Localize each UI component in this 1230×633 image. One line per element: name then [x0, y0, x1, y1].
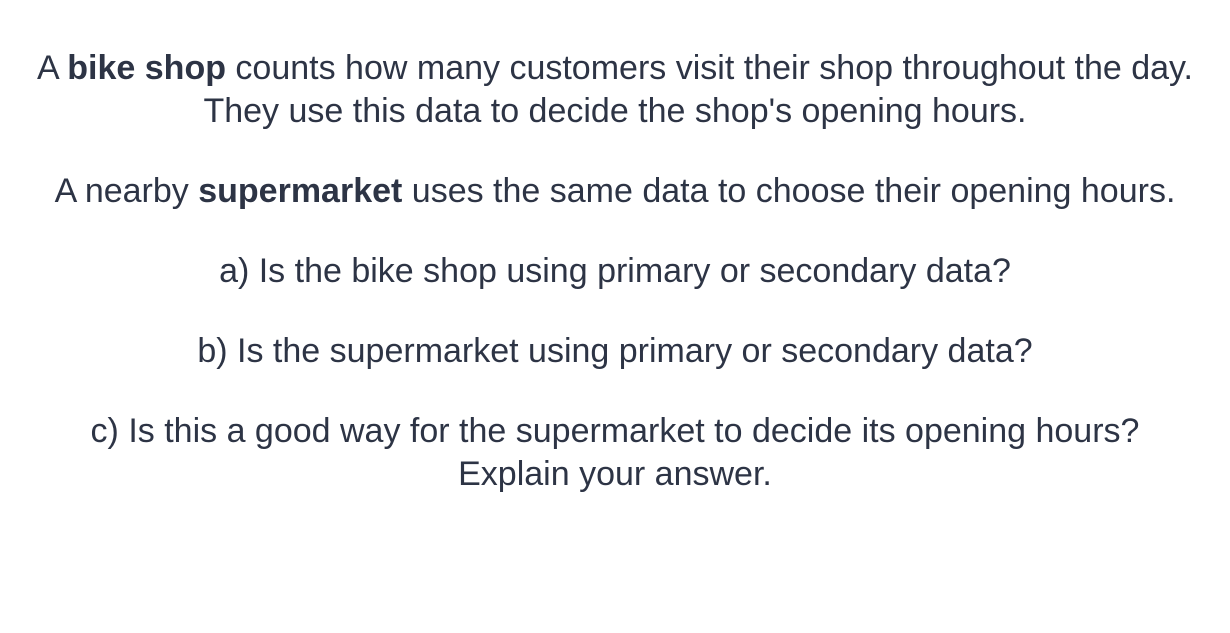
supermarket-bold: supermarket	[198, 172, 403, 210]
question-card: A bike shop counts how many customers vi…	[0, 0, 1230, 633]
question-part-b: b) Is the supermarket using primary or s…	[197, 332, 1033, 370]
supermarket-prefix: A nearby	[54, 172, 199, 210]
question-part-c: c) Is this a good way for the supermarke…	[0, 410, 1230, 496]
intro-suffix: counts how many customers visit their sh…	[225, 49, 1193, 87]
bike-shop-bold: bike shop	[67, 49, 226, 87]
question-part-c-line2: Explain your answer.	[458, 455, 772, 493]
intro-paragraph: A bike shop counts how many customers vi…	[0, 47, 1230, 90]
question-part-a: a) Is the bike shop using primary or sec…	[219, 252, 1011, 290]
supermarket-paragraph: A nearby supermarket uses the same data …	[0, 170, 1230, 213]
intro-second-line: They use this data to decide the shop's …	[203, 92, 1027, 130]
supermarket-suffix: uses the same data to choose their openi…	[402, 172, 1176, 210]
question-part-c-line1: c) Is this a good way for the supermarke…	[90, 412, 1140, 450]
intro-prefix: A	[37, 49, 68, 87]
